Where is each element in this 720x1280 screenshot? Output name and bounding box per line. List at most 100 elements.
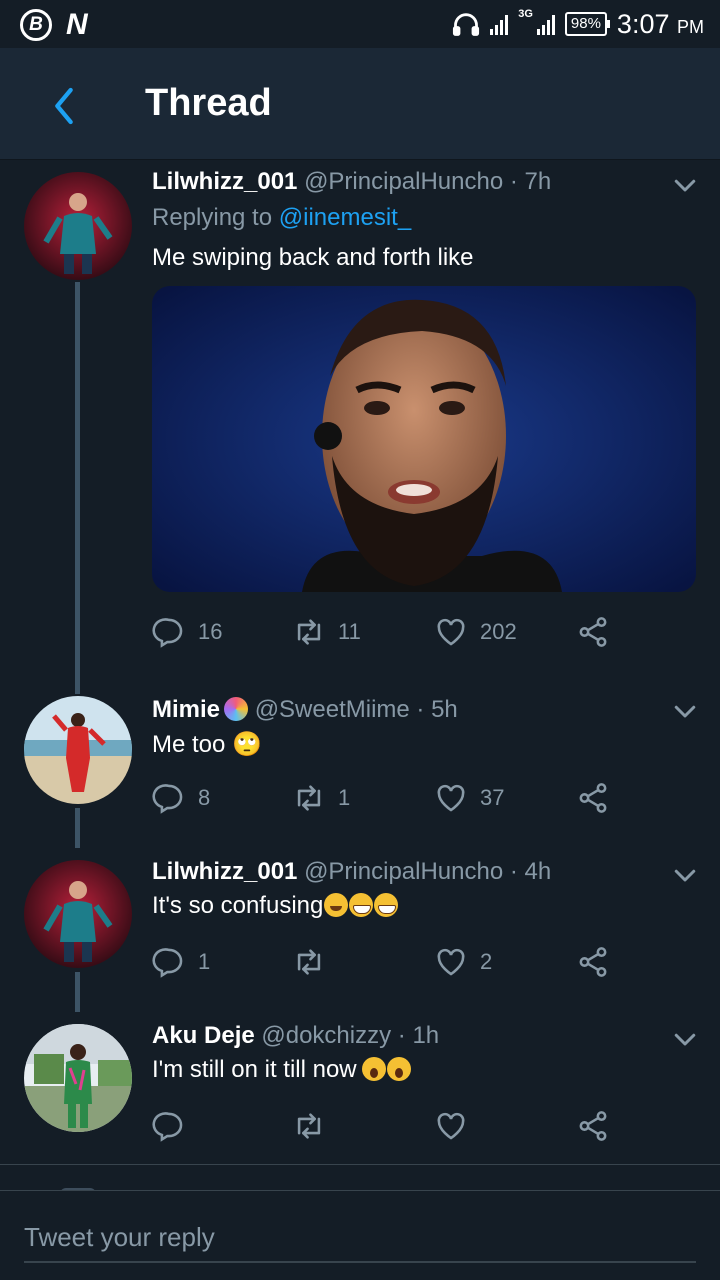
tweet-time: · 5h xyxy=(416,696,458,723)
reply-icon xyxy=(152,948,183,978)
share-icon xyxy=(579,1111,607,1141)
tweet-header: Aku Deje @dokchizzy · 1h xyxy=(152,1022,439,1050)
retweet-icon xyxy=(297,619,321,645)
clock-ampm: PM xyxy=(677,16,704,37)
share-icon xyxy=(579,783,607,813)
tweet-text-row: It's so confusing xyxy=(152,892,399,920)
avatar[interactable] xyxy=(24,696,132,804)
tweet-actions: 1 2 xyxy=(152,944,632,980)
replying-to-label: Replying to xyxy=(152,204,273,231)
mention-link[interactable]: @iinemesit_ xyxy=(279,204,411,231)
share-icon xyxy=(579,617,607,647)
tweet-text: I'm still on it till now xyxy=(152,1056,357,1083)
retweet-button[interactable]: 11 xyxy=(292,614,361,650)
page-title: Thread xyxy=(145,82,272,124)
tweet-actions: 16 11 202 xyxy=(152,614,632,650)
reply-count: 16 xyxy=(198,619,223,644)
reply-icon xyxy=(152,618,183,648)
retweet-button[interactable] xyxy=(292,944,338,980)
back-button[interactable] xyxy=(40,82,88,130)
tweet-header: Lilwhizz_001 @PrincipalHuncho · 7h xyxy=(152,168,551,196)
like-count: 202 xyxy=(480,619,517,644)
tweet[interactable]: Lilwhizz_001 @PrincipalHuncho · 7h Reply… xyxy=(0,160,720,680)
tweet-text: Me swiping back and forth like xyxy=(152,244,474,271)
tweet-image[interactable] xyxy=(152,286,696,592)
avatar[interactable] xyxy=(24,860,132,968)
status-bar: B N 3G 98% 3:07 PM xyxy=(0,0,720,48)
like-button[interactable]: 2 xyxy=(434,944,492,980)
reply-count: 1 xyxy=(198,949,211,974)
tweet-header: Lilwhizz_001 @PrincipalHuncho · 4h xyxy=(152,858,551,886)
battery-indicator: 98% xyxy=(564,12,610,36)
replying-to: Replying to @iinemesit_ xyxy=(152,204,411,232)
share-button[interactable] xyxy=(576,780,610,816)
signal-2-icon xyxy=(536,13,555,35)
display-name[interactable]: Lilwhizz_001 xyxy=(152,168,297,195)
heart-icon xyxy=(437,618,465,646)
display-name[interactable]: Aku Deje xyxy=(152,1022,255,1049)
display-name[interactable]: Mimie xyxy=(152,696,220,723)
thread-list: Lilwhizz_001 @PrincipalHuncho · 7h Reply… xyxy=(0,160,720,1164)
share-button[interactable] xyxy=(576,944,610,980)
reply-button[interactable]: 16 xyxy=(152,614,222,650)
reply-button[interactable]: 1 xyxy=(152,944,210,980)
tweet-text: It's so confusing xyxy=(152,892,324,919)
tweet-time: · 1h xyxy=(397,1022,440,1049)
heart-icon xyxy=(437,784,465,812)
heart-icon xyxy=(437,948,465,976)
tweet-actions: 8 1 37 xyxy=(152,780,632,816)
thread-divider xyxy=(0,1164,720,1165)
reply-icon xyxy=(152,1112,183,1142)
headphones-icon xyxy=(453,13,480,36)
tweet[interactable]: Mimie @SweetMiime · 5h Me too 🙄 8 1 37 xyxy=(0,680,720,844)
retweet-button[interactable]: 1 xyxy=(292,780,350,816)
tweet-actions xyxy=(152,1108,632,1144)
handle[interactable]: @dokchizzy xyxy=(261,1022,391,1049)
reply-count: 8 xyxy=(198,785,211,810)
retweet-button[interactable] xyxy=(292,1108,326,1144)
reply-icon xyxy=(152,784,183,814)
retweet-count: 1 xyxy=(338,785,351,810)
clock-time: 3:07 xyxy=(616,8,670,39)
handle[interactable]: @PrincipalHuncho xyxy=(304,168,503,195)
avatar[interactable] xyxy=(24,1024,132,1132)
b-app-icon: B xyxy=(20,9,52,41)
reply-input[interactable] xyxy=(24,1213,696,1263)
thread-header: Thread xyxy=(0,48,720,160)
chevron-left-icon xyxy=(55,87,73,125)
avatar[interactable] xyxy=(24,172,132,280)
handle[interactable]: @SweetMiime xyxy=(255,696,410,723)
n-app-icon: N xyxy=(66,8,88,41)
screaming-emoji-icon xyxy=(386,1057,411,1081)
lollipop-emoji-icon xyxy=(224,697,249,721)
display-name[interactable]: Lilwhizz_001 xyxy=(152,858,297,885)
tweet[interactable]: Aku Deje @dokchizzy · 1h I'm still on it… xyxy=(0,1008,720,1164)
chevron-down-icon[interactable] xyxy=(670,860,700,890)
chevron-down-icon[interactable] xyxy=(670,170,700,200)
like-button[interactable]: 37 xyxy=(434,780,504,816)
tweet-header: Mimie @SweetMiime · 5h xyxy=(152,696,458,724)
tweet-text-row: I'm still on it till now xyxy=(152,1056,411,1084)
share-button[interactable] xyxy=(576,614,610,650)
reply-button[interactable]: 8 xyxy=(152,780,210,816)
retweet-icon xyxy=(297,949,321,975)
handle[interactable]: @PrincipalHuncho xyxy=(304,858,503,885)
chevron-down-icon[interactable] xyxy=(670,696,700,726)
grimacing-emoji-icon xyxy=(374,893,399,917)
tweet[interactable]: Lilwhizz_001 @PrincipalHuncho · 4h It's … xyxy=(0,844,720,1008)
retweet-count: 11 xyxy=(338,619,361,644)
like-count: 2 xyxy=(480,949,493,974)
reply-composer xyxy=(0,1190,720,1280)
share-button[interactable] xyxy=(576,1108,610,1144)
like-button[interactable]: 202 xyxy=(434,614,517,650)
grimacing-emoji-icon xyxy=(349,893,374,917)
persevering-emoji-icon xyxy=(324,893,349,917)
tweet-time: · 7h xyxy=(509,168,552,195)
like-button[interactable] xyxy=(434,1108,468,1144)
screaming-emoji-icon xyxy=(361,1057,386,1081)
heart-icon xyxy=(437,1112,465,1140)
clock: 3:07 PM xyxy=(617,9,704,40)
chevron-down-icon[interactable] xyxy=(670,1024,700,1054)
reply-button[interactable] xyxy=(152,1108,186,1144)
network-type: 3G xyxy=(518,8,533,20)
